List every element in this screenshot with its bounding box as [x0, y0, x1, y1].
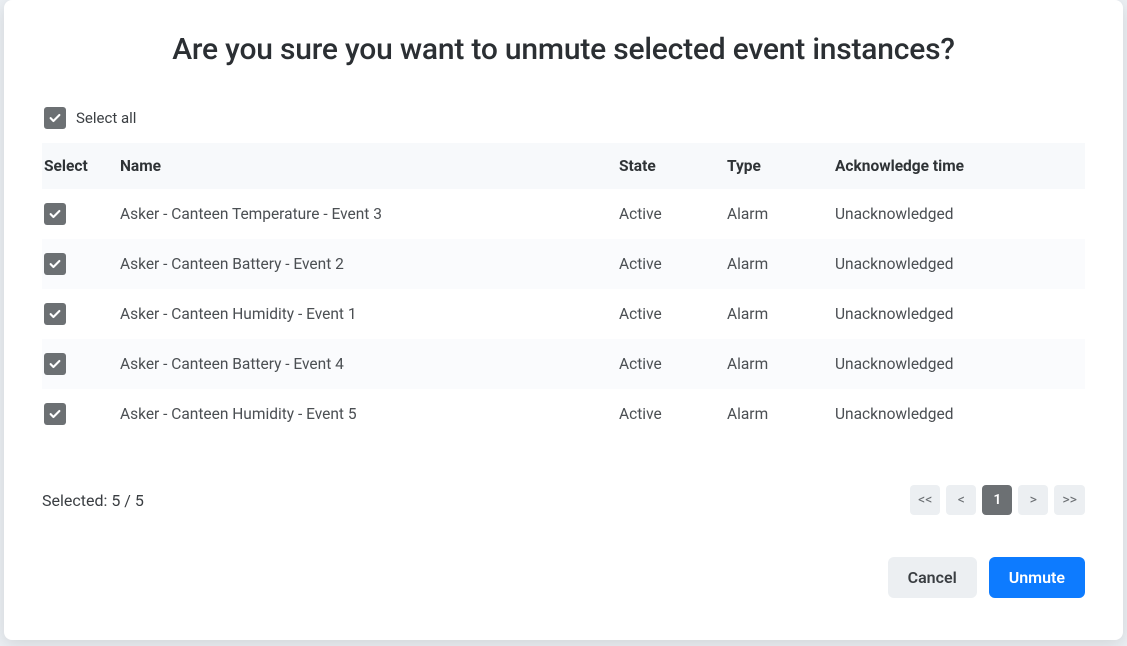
cell-ack: Unacknowledged [825, 189, 1085, 239]
cell-ack: Unacknowledged [825, 389, 1085, 439]
check-icon [48, 207, 62, 221]
unmute-confirm-dialog: Are you sure you want to unmute selected… [4, 0, 1123, 640]
events-table: Select Name State Type Acknowledge time … [42, 143, 1085, 439]
table-row: Asker - Canteen Humidity - Event 5 Activ… [42, 389, 1085, 439]
pager-first[interactable]: << [910, 485, 940, 515]
cell-name: Asker - Canteen Temperature - Event 3 [110, 189, 609, 239]
select-all-row: Select all [42, 107, 1085, 129]
check-icon [48, 307, 62, 321]
dialog-title: Are you sure you want to unmute selected… [42, 32, 1085, 67]
unmute-button[interactable]: Unmute [989, 557, 1085, 598]
cell-name: Asker - Canteen Battery - Event 4 [110, 339, 609, 389]
check-icon [48, 407, 62, 421]
table-row: Asker - Canteen Temperature - Event 3 Ac… [42, 189, 1085, 239]
col-ack: Acknowledge time [825, 143, 1085, 189]
table-footer: Selected: 5 / 5 << < 1 > >> [42, 485, 1085, 515]
cell-ack: Unacknowledged [825, 239, 1085, 289]
row-checkbox[interactable] [44, 203, 66, 225]
col-select: Select [42, 143, 110, 189]
col-name: Name [110, 143, 609, 189]
cell-type: Alarm [717, 339, 825, 389]
dialog-actions: Cancel Unmute [42, 557, 1085, 598]
cell-type: Alarm [717, 189, 825, 239]
cell-ack: Unacknowledged [825, 289, 1085, 339]
check-icon [48, 257, 62, 271]
cell-state: Active [609, 289, 717, 339]
col-state: State [609, 143, 717, 189]
selected-count: Selected: 5 / 5 [42, 491, 144, 510]
pager-page-1[interactable]: 1 [982, 485, 1012, 515]
table-row: Asker - Canteen Battery - Event 4 Active… [42, 339, 1085, 389]
cell-name: Asker - Canteen Humidity - Event 5 [110, 389, 609, 439]
table-row: Asker - Canteen Battery - Event 2 Active… [42, 239, 1085, 289]
select-all-label: Select all [76, 109, 136, 127]
cancel-button[interactable]: Cancel [888, 557, 977, 598]
row-checkbox[interactable] [44, 303, 66, 325]
check-icon [48, 111, 62, 125]
cell-type: Alarm [717, 389, 825, 439]
table-row: Asker - Canteen Humidity - Event 1 Activ… [42, 289, 1085, 339]
row-checkbox[interactable] [44, 353, 66, 375]
cell-name: Asker - Canteen Battery - Event 2 [110, 239, 609, 289]
check-icon [48, 357, 62, 371]
cell-ack: Unacknowledged [825, 339, 1085, 389]
cell-state: Active [609, 339, 717, 389]
cell-state: Active [609, 189, 717, 239]
col-type: Type [717, 143, 825, 189]
select-all-checkbox[interactable] [44, 107, 66, 129]
pager-prev[interactable]: < [946, 485, 976, 515]
row-checkbox[interactable] [44, 403, 66, 425]
cell-state: Active [609, 239, 717, 289]
pager: << < 1 > >> [910, 485, 1085, 515]
cell-type: Alarm [717, 239, 825, 289]
pager-next[interactable]: > [1018, 485, 1048, 515]
row-checkbox[interactable] [44, 253, 66, 275]
cell-type: Alarm [717, 289, 825, 339]
pager-last[interactable]: >> [1054, 485, 1085, 515]
cell-name: Asker - Canteen Humidity - Event 1 [110, 289, 609, 339]
table-header-row: Select Name State Type Acknowledge time [42, 143, 1085, 189]
cell-state: Active [609, 389, 717, 439]
